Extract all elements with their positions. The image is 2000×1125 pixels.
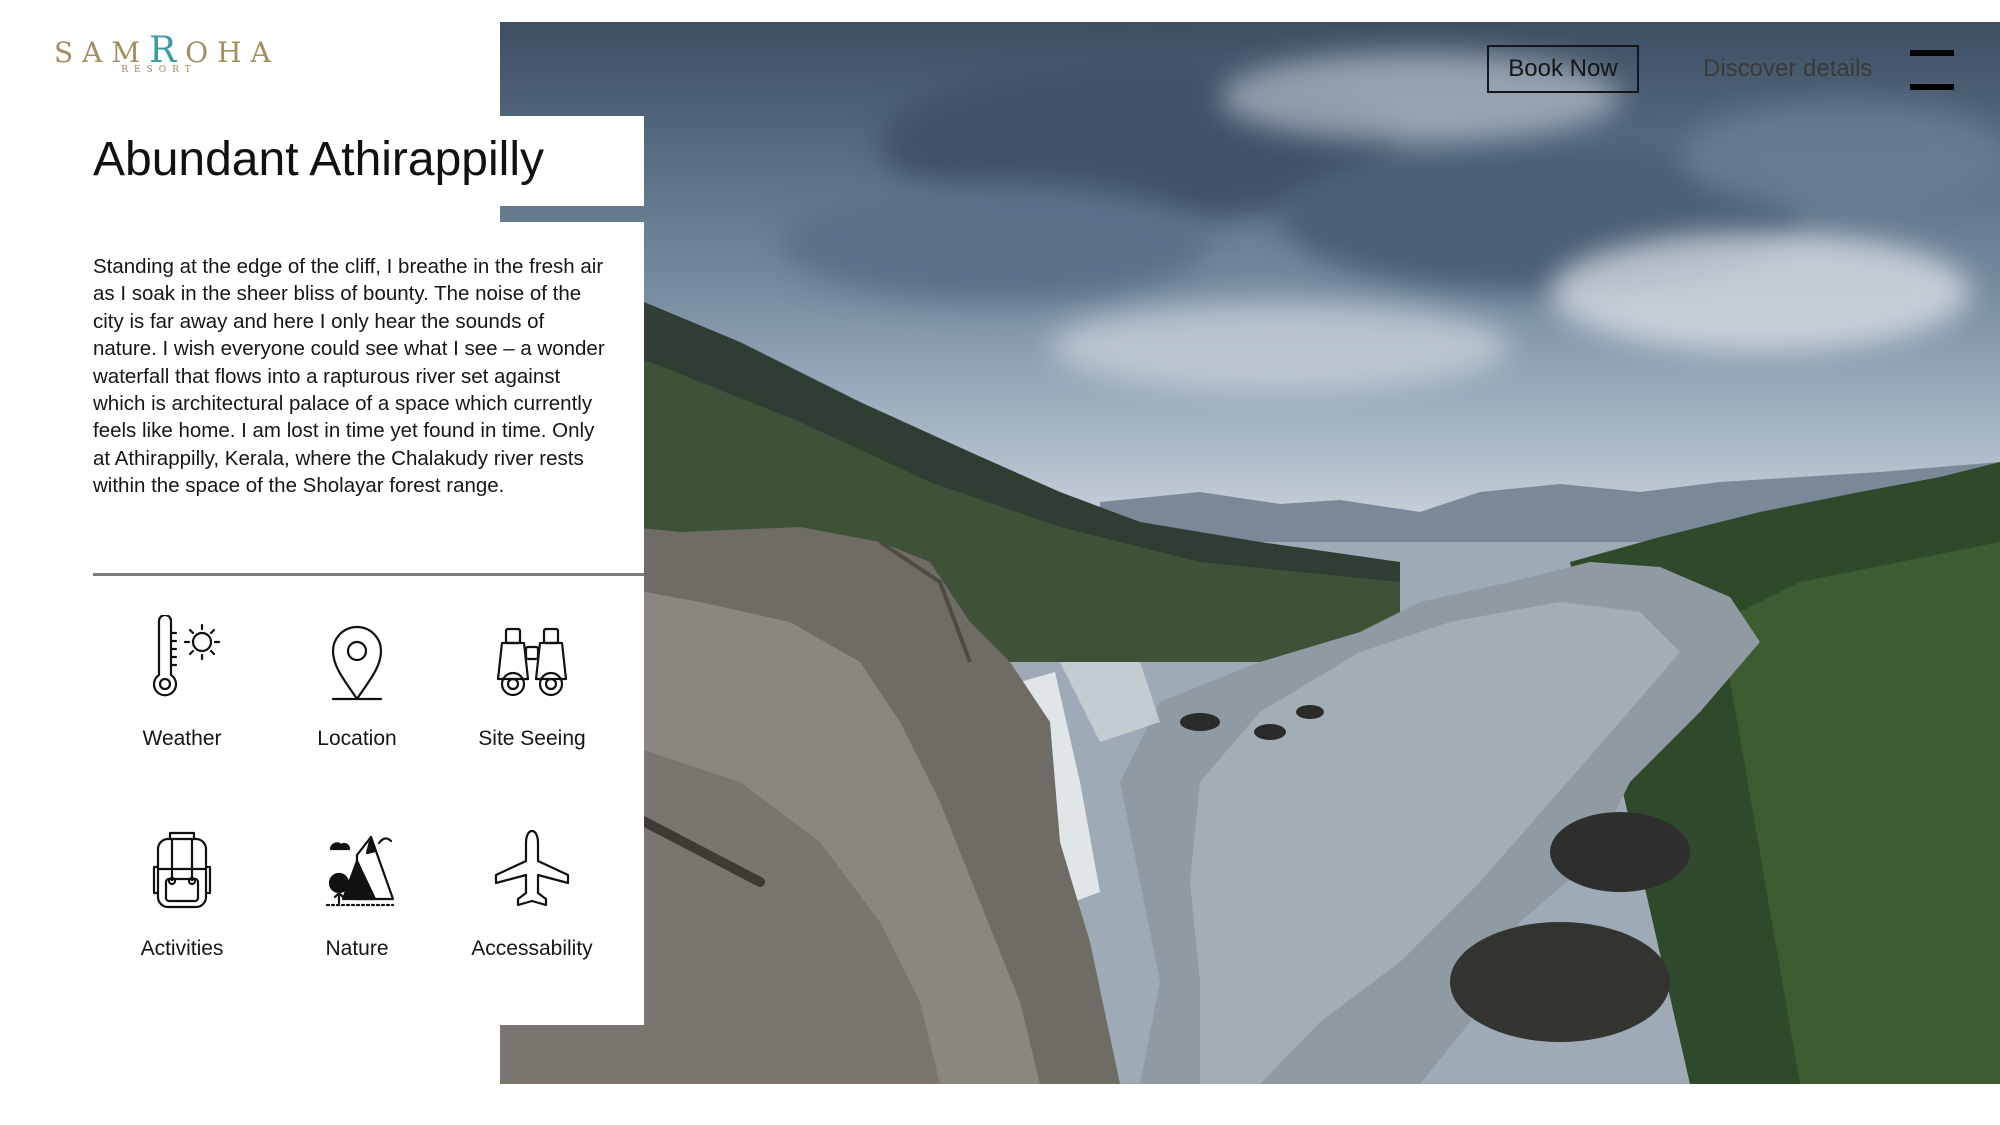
feature-label: Location — [317, 727, 397, 750]
feature-activities[interactable]: Activities — [92, 825, 272, 961]
feature-site-seeing[interactable]: Site Seeing — [442, 615, 622, 751]
thermometer-sun-icon — [132, 615, 232, 705]
feature-label: Site Seeing — [478, 727, 586, 750]
book-now-button[interactable]: Book Now — [1487, 45, 1639, 93]
hero-image-waterfall — [500, 22, 2000, 1084]
discover-details-link[interactable]: Discover details — [1703, 55, 1872, 83]
feature-label: Nature — [325, 937, 389, 960]
hamburger-icon[interactable] — [1910, 50, 1954, 90]
feature-weather[interactable]: Weather — [92, 615, 272, 751]
feature-label: Activities — [140, 937, 224, 960]
feature-location[interactable]: Location — [267, 615, 447, 751]
logo-text-post: OHA — [185, 36, 280, 69]
map-pin-icon — [307, 615, 407, 705]
intro-paragraph: Standing at the edge of the cliff, I bre… — [93, 255, 605, 498]
backpack-icon — [132, 825, 232, 915]
binoculars-icon — [482, 615, 582, 705]
feature-nature[interactable]: Nature — [267, 825, 447, 961]
feature-label: Accessability — [471, 937, 593, 960]
feature-label: Weather — [142, 727, 222, 750]
page-title: Abundant Athirappilly — [93, 133, 544, 186]
mountains-icon — [307, 825, 407, 915]
resort-logo[interactable]: SAMROHA RESORT — [54, 30, 284, 75]
section-divider — [93, 573, 644, 576]
feature-accessability[interactable]: Accessability — [442, 825, 622, 961]
airplane-icon — [482, 825, 582, 915]
